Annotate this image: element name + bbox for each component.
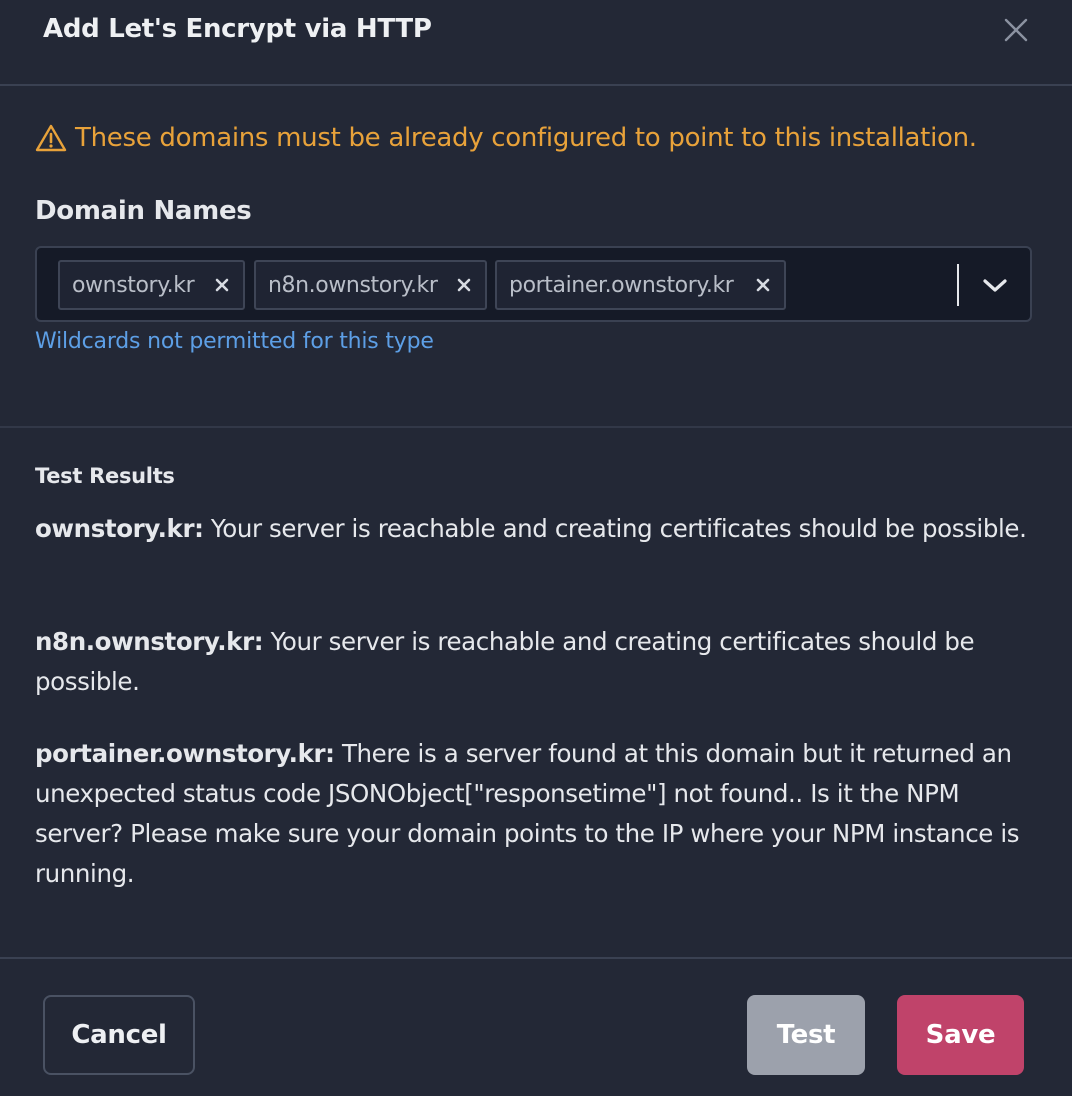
domain-names-label: Domain Names [35, 196, 252, 226]
chip-remove-button[interactable] [443, 262, 485, 308]
wildcard-hint: Wildcards not permitted for this type [35, 329, 434, 354]
remove-x-icon [215, 278, 229, 292]
cancel-button[interactable]: Cancel [43, 995, 195, 1075]
warning-text: These domains must be already configured… [75, 123, 977, 153]
result-domain: ownstory.kr: [35, 514, 204, 543]
chip-remove-button[interactable] [742, 262, 784, 308]
save-button[interactable]: Save [897, 995, 1024, 1075]
domain-chip: ownstory.kr [58, 260, 245, 310]
result-domain: portainer.ownstory.kr: [35, 739, 335, 768]
domain-chip-label: portainer.ownstory.kr [509, 272, 734, 298]
test-result-item: portainer.ownstory.kr: There is a server… [35, 734, 1035, 894]
footer-divider [0, 957, 1072, 959]
domain-chip-label: n8n.ownstory.kr [268, 272, 438, 298]
section-divider [0, 426, 1072, 428]
domain-chip-label: ownstory.kr [72, 272, 195, 298]
domain-names-select[interactable]: ownstory.kr n8n.ownstory.kr portainer.ow… [35, 246, 1032, 322]
test-results-title: Test Results [35, 464, 175, 488]
chip-remove-button[interactable] [201, 262, 243, 308]
test-result-item: n8n.ownstory.kr: Your server is reachabl… [35, 622, 1035, 702]
dropdown-toggle[interactable] [977, 266, 1013, 306]
domain-chip: n8n.ownstory.kr [254, 260, 487, 310]
select-separator [957, 264, 959, 306]
remove-x-icon [457, 278, 471, 292]
chevron-down-icon [983, 279, 1007, 292]
modal-header: Add Let's Encrypt via HTTP [0, 0, 1072, 86]
warning-triangle-icon [35, 124, 67, 152]
domain-chip: portainer.ownstory.kr [495, 260, 786, 310]
result-message: Your server is reachable and creating ce… [210, 514, 1027, 543]
modal-title: Add Let's Encrypt via HTTP [43, 14, 432, 44]
close-button[interactable] [998, 12, 1034, 48]
test-button[interactable]: Test [747, 995, 865, 1075]
remove-x-icon [756, 278, 770, 292]
result-domain: n8n.ownstory.kr: [35, 627, 264, 656]
add-letsencrypt-modal: Add Let's Encrypt via HTTP These domains… [0, 0, 1072, 1096]
warning-message: These domains must be already configured… [35, 123, 977, 153]
test-result-item: ownstory.kr: Your server is reachable an… [35, 509, 1035, 549]
close-icon [1004, 18, 1028, 42]
